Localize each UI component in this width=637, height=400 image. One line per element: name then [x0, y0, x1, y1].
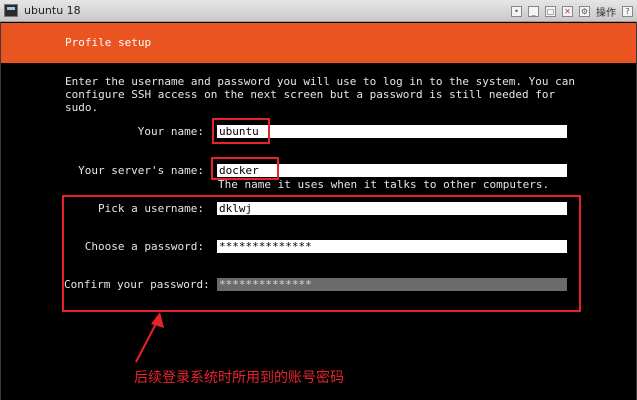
- annotation-text: 后续登录系统时所用到的账号密码: [134, 370, 344, 386]
- vm-window: ubuntu 18 • _ ▢ ✕ ⚙ 操作 ? Profile setup E…: [0, 0, 637, 400]
- annotation-arrow: [135, 312, 164, 363]
